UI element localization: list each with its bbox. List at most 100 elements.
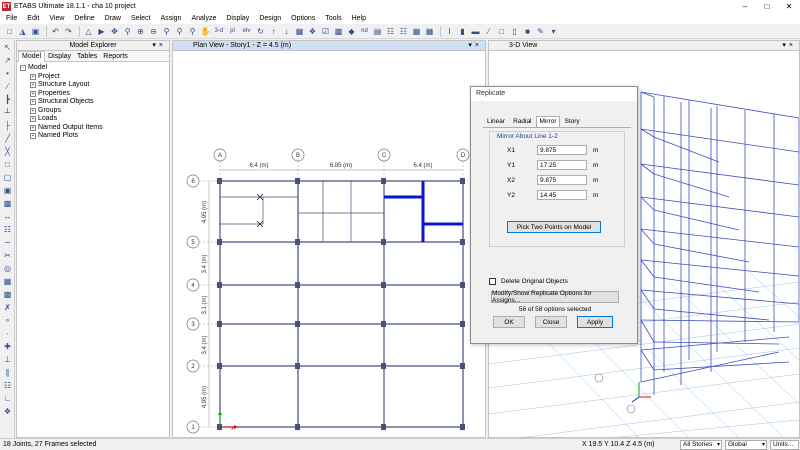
delete-original-checkbox[interactable]: Delete Original Objects: [489, 278, 568, 285]
display-forces-icon[interactable]: ☷: [385, 26, 396, 37]
x1-input[interactable]: [537, 145, 587, 155]
coord-system-selector[interactable]: Global ▾: [725, 440, 767, 450]
pan-icon[interactable]: ✥: [109, 26, 120, 37]
tab-mirror[interactable]: Mirror: [535, 116, 561, 127]
expand-icon[interactable]: +: [30, 124, 36, 131]
collapse-icon[interactable]: −: [20, 65, 26, 72]
view-3d-button[interactable]: 3-d: [213, 26, 225, 37]
move-down-icon[interactable]: ↓: [281, 26, 292, 37]
panel-pin-close-icon[interactable]: ▾×: [468, 41, 482, 49]
lock-icon[interactable]: △: [83, 26, 94, 37]
tab-linear[interactable]: Linear: [483, 116, 509, 127]
expand-icon[interactable]: +: [30, 107, 36, 114]
menu-view[interactable]: View: [49, 15, 64, 22]
snap-intersect-icon[interactable]: ✚: [2, 341, 13, 352]
rotate-icon[interactable]: ↻: [255, 26, 266, 37]
menu-tools[interactable]: Tools: [325, 15, 341, 22]
draw-opening-icon[interactable]: ▣: [2, 185, 13, 196]
undo-icon[interactable]: ↶: [50, 26, 61, 37]
snap-intersections-icon[interactable]: ❖: [2, 406, 13, 417]
show-loads-icon[interactable]: ▤: [372, 26, 383, 37]
units-button[interactable]: Units...: [770, 440, 799, 450]
tree-root[interactable]: − Model: [20, 64, 169, 73]
save-icon[interactable]: ▣: [30, 26, 41, 37]
deformed-shape-icon[interactable]: ▦: [411, 26, 422, 37]
draw-text-icon[interactable]: I: [444, 26, 455, 37]
draw-grid-icon[interactable]: ☷: [2, 224, 13, 235]
draw-frame-icon[interactable]: □: [496, 26, 507, 37]
draw-dimension-icon[interactable]: ↔: [2, 211, 13, 222]
x2-input[interactable]: [537, 175, 587, 185]
y2-input[interactable]: [537, 190, 587, 200]
tab-radial[interactable]: Radial: [509, 116, 535, 127]
draw-floor-icon[interactable]: □: [2, 159, 13, 170]
menu-help[interactable]: Help: [352, 15, 366, 22]
zoom-previous-icon[interactable]: ⚲: [174, 26, 185, 37]
draw-wall-icon[interactable]: ▢: [2, 172, 13, 183]
plan-drawing[interactable]: A B C D 6 5 4 3 2 1 6.4 (m) 6.85 (m) 6.4…: [173, 52, 485, 438]
tree-item-structure-layout[interactable]: + Structure Layout: [20, 81, 169, 90]
draw-brace-icon[interactable]: ╱: [2, 133, 13, 144]
expand-icon[interactable]: +: [30, 99, 36, 106]
tab-display[interactable]: Display: [45, 53, 74, 60]
tab-story[interactable]: Story: [560, 116, 583, 127]
draw-line-icon[interactable]: ∕: [2, 81, 13, 92]
run-analysis-icon[interactable]: ▶: [96, 26, 107, 37]
ok-button[interactable]: OK: [493, 316, 525, 328]
expand-icon[interactable]: +: [30, 73, 36, 80]
panel-pin-close-icon[interactable]: ▾×: [782, 41, 796, 49]
pick-two-points-button[interactable]: Pick Two Points on Model: [507, 221, 601, 233]
open-icon[interactable]: ◮: [17, 26, 28, 37]
tree-item-project[interactable]: + Project: [20, 73, 169, 82]
menu-draw[interactable]: Draw: [105, 15, 121, 22]
modify-replicate-options-button[interactable]: Modify/Show Replicate Options for Assign…: [491, 290, 619, 304]
close-icon[interactable]: ✕: [778, 0, 800, 13]
draw-line-icon[interactable]: ✎: [535, 26, 546, 37]
menu-assign[interactable]: Assign: [160, 15, 181, 22]
perspective-icon[interactable]: ▦: [294, 26, 305, 37]
plan-view-button[interactable]: pl: [227, 26, 238, 37]
tab-reports[interactable]: Reports: [100, 53, 131, 60]
new-model-icon[interactable]: □: [4, 26, 15, 37]
select-previous-icon[interactable]: ▩: [2, 289, 13, 300]
snap-fine-grid-icon[interactable]: ☷: [2, 380, 13, 391]
expand-icon[interactable]: +: [30, 90, 36, 97]
snap-perp-icon[interactable]: ⊥: [2, 354, 13, 365]
pan-hand-icon[interactable]: ✋: [200, 26, 211, 37]
draw-brace-icon[interactable]: ∕: [483, 26, 494, 37]
draw-column-icon[interactable]: ▮: [457, 26, 468, 37]
zoom-rubber-icon[interactable]: ⚲: [187, 26, 198, 37]
menu-file[interactable]: File: [6, 15, 17, 22]
tab-model[interactable]: Model: [18, 50, 46, 62]
maximize-icon[interactable]: □: [756, 0, 778, 13]
draw-beam-icon[interactable]: ▬: [470, 26, 481, 37]
display-table-icon[interactable]: ▦: [424, 26, 435, 37]
close-button[interactable]: Close: [535, 316, 567, 328]
story-selector[interactable]: All Stories ▾: [680, 440, 722, 450]
draw-beam-icon[interactable]: ┴: [2, 107, 13, 118]
snap-icon[interactable]: ◎: [2, 263, 13, 274]
tab-tables[interactable]: Tables: [74, 53, 100, 60]
menu-edit[interactable]: Edit: [27, 15, 39, 22]
draw-section-cut-icon[interactable]: ✂: [2, 250, 13, 261]
tree-item-properties[interactable]: + Properties: [20, 90, 169, 99]
snap-edge-icon[interactable]: ∟: [2, 393, 13, 404]
draw-area-icon[interactable]: ■: [522, 26, 533, 37]
tree-item-named-plots[interactable]: + Named Plots: [20, 132, 169, 141]
set-display-icon[interactable]: ☑: [320, 26, 331, 37]
draw-joint-icon[interactable]: •: [2, 68, 13, 79]
checkbox-box[interactable]: [489, 278, 496, 285]
zoom-in-icon[interactable]: ⊕: [135, 26, 146, 37]
draw-link-icon[interactable]: ╳: [2, 146, 13, 157]
reshape-icon[interactable]: ↗: [2, 55, 13, 66]
y1-input[interactable]: [537, 160, 587, 170]
draw-area-icon[interactable]: ▩: [2, 198, 13, 209]
node-display-button[interactable]: nd: [359, 26, 370, 37]
redo-icon[interactable]: ↷: [63, 26, 74, 37]
menu-display[interactable]: Display: [226, 15, 249, 22]
draw-frame-icon[interactable]: ┣: [2, 94, 13, 105]
snap-points-icon[interactable]: ∘: [2, 315, 13, 326]
zoom-window-icon[interactable]: ⚲: [122, 26, 133, 37]
tree-item-named-output-items[interactable]: + Named Output Items: [20, 124, 169, 133]
menu-options[interactable]: Options: [291, 15, 315, 22]
